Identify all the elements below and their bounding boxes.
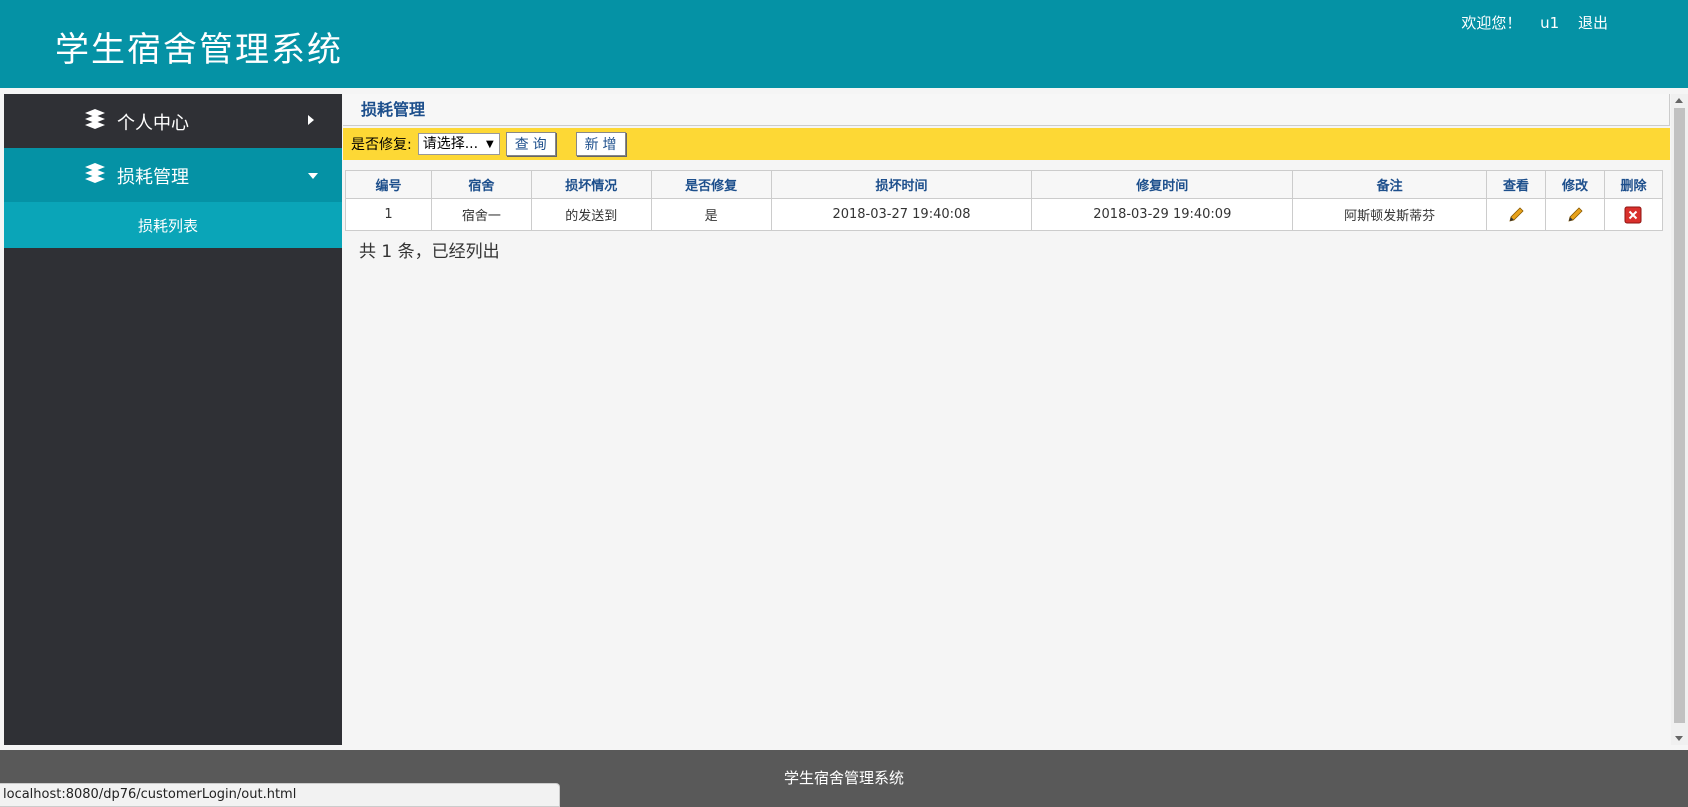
col-header-damage: 损坏情况 [530,170,652,199]
filter-toolbar: 是否修复: 请选择... 查 询 新 增 [343,128,1670,160]
welcome-text: 欢迎您！ [1461,14,1522,32]
cell-delete [1603,198,1664,231]
username: u1 [1540,14,1560,32]
delete-icon[interactable] [1624,206,1642,224]
sidebar-item-label: 个人中心 [117,113,189,134]
logout-link[interactable]: 退出 [1578,14,1608,32]
app-title: 学生宿舍管理系统 [55,30,343,70]
cell-note: 阿斯顿发斯蒂芬 [1292,198,1488,231]
sidebar-item-personal-center[interactable]: 个人中心 [4,94,342,148]
col-header-edit: 修改 [1544,170,1605,199]
cell-damage: 的发送到 [530,198,652,231]
status-bar-url: localhost:8080/dp76/customerLogin/out.ht… [0,783,560,807]
cell-view [1486,198,1546,231]
query-button[interactable]: 查 询 [505,132,556,156]
cell-repair-time: 2018-03-29 19:40:09 [1031,198,1294,231]
chevron-right-icon [308,115,314,125]
page-title: 损耗管理 [343,94,1670,126]
add-button[interactable]: 新 增 [575,132,626,156]
loss-table: 编号 宿舍 损坏情况 是否修复 损坏时间 修复时间 备注 查看 修改 删除 1 … [345,170,1664,231]
col-header-id: 编号 [345,170,432,199]
cell-edit [1544,198,1605,231]
col-header-view: 查看 [1486,170,1546,199]
scrollbar[interactable] [1671,94,1688,745]
repaired-select[interactable]: 请选择... [417,133,500,155]
pencil-icon[interactable] [1566,206,1584,224]
table-row: 1 宿舍一 的发送到 是 2018-03-27 19:40:08 2018-03… [345,198,1664,231]
table-header-row: 编号 宿舍 损坏情况 是否修复 损坏时间 修复时间 备注 查看 修改 删除 [345,170,1664,199]
sidebar-item-loss-management[interactable]: 损耗管理 [4,148,342,202]
main-content: 损耗管理 是否修复: 请选择... 查 询 新 增 编号 宿舍 损坏情况 是否修… [343,94,1670,745]
app-header: 学生宿舍管理系统 欢迎您！ u1 退出 [0,0,1688,88]
chevron-down-icon [308,173,318,179]
col-header-dorm: 宿舍 [430,170,532,199]
sidebar-subitem-loss-list[interactable]: 损耗列表 [4,202,342,248]
sidebar-item-label: 损耗管理 [117,167,189,188]
sidebar: 个人中心 损耗管理 损耗列表 [4,94,342,745]
col-header-delete: 删除 [1603,170,1664,199]
col-header-note: 备注 [1292,170,1488,199]
pencil-icon[interactable] [1507,206,1525,224]
col-header-repaired: 是否修复 [650,170,772,199]
stack-icon [85,109,105,129]
record-summary: 共 1 条，已经列出 [359,242,500,262]
cell-repaired: 是 [650,198,772,231]
cell-dorm: 宿舍一 [430,198,532,231]
data-table-wrapper: 编号 宿舍 损坏情况 是否修复 损坏时间 修复时间 备注 查看 修改 删除 1 … [345,170,1664,262]
filter-label: 是否修复: [351,137,412,153]
cell-damage-time: 2018-03-27 19:40:08 [770,198,1033,231]
user-area: 欢迎您！ u1 退出 [1447,12,1608,33]
scroll-thumb[interactable] [1674,108,1685,723]
col-header-repair-time: 修复时间 [1031,170,1294,199]
stack-icon [85,163,105,183]
scroll-up-arrow-icon[interactable] [1675,98,1683,103]
scroll-down-arrow-icon[interactable] [1675,736,1683,741]
col-header-damage-time: 损坏时间 [770,170,1033,199]
cell-id: 1 [345,198,432,231]
